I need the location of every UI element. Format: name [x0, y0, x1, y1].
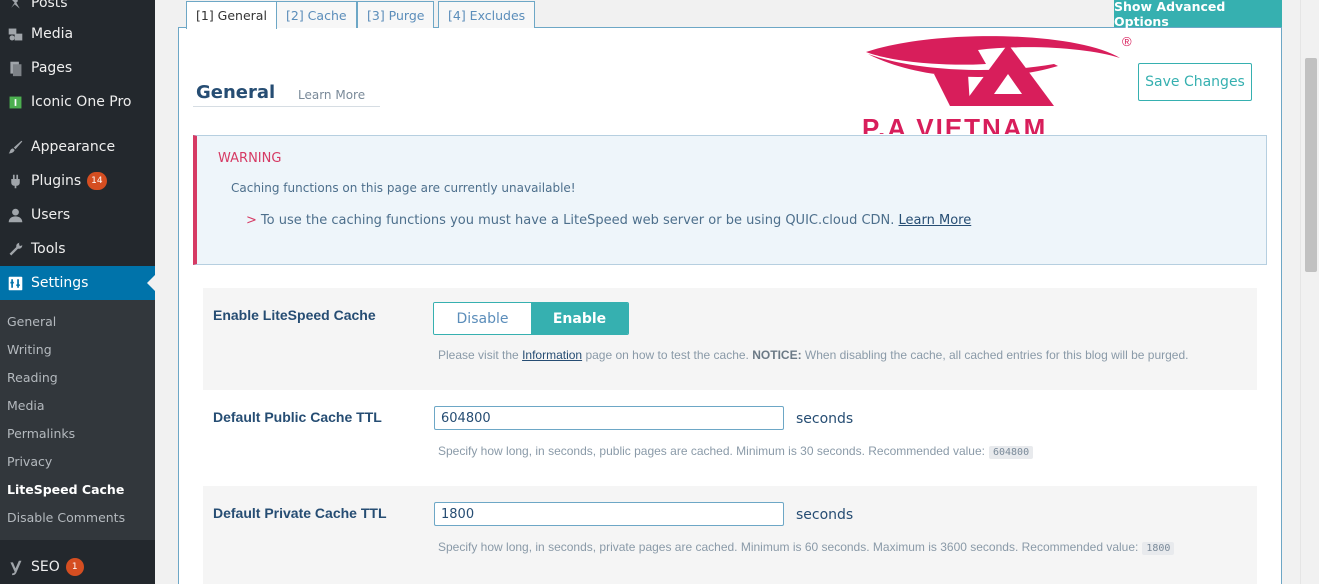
sidebar-item-label: Settings [31, 275, 89, 291]
sidebar-item-label: Iconic One Pro [31, 94, 132, 110]
save-changes-button[interactable]: Save Changes [1138, 63, 1252, 101]
plugin-icon [5, 171, 25, 191]
submenu-item-general[interactable]: General [7, 314, 56, 329]
warning-title: WARNING [218, 151, 282, 166]
sidebar-item-label: Media [31, 26, 74, 42]
public-ttl-unit: seconds [796, 411, 854, 427]
sidebar-item-label: SEO [31, 559, 60, 575]
pages-icon [5, 58, 25, 78]
sidebar-item-label: Posts [31, 0, 68, 11]
brush-icon [5, 137, 25, 157]
setting-label-enable: Enable LiteSpeed Cache [213, 307, 376, 323]
notice-label: NOTICE: [752, 348, 802, 362]
sidebar-item-label: Users [31, 207, 71, 223]
title-divider [193, 106, 380, 107]
page-scrollbar-thumb[interactable] [1305, 58, 1317, 272]
submenu-item-permalinks[interactable]: Permalinks [7, 426, 75, 441]
sidebar-item-plugins[interactable]: Plugins 14 [0, 164, 155, 198]
sidebar-item-tools[interactable]: Tools [0, 232, 155, 266]
sidebar-item-settings[interactable]: Settings [0, 266, 155, 300]
tab-purge[interactable]: [3] Purge [357, 1, 435, 28]
media-icon [5, 24, 25, 44]
tab-excludes[interactable]: [4] Excludes [438, 1, 536, 28]
yoast-icon [5, 557, 25, 577]
seo-notification-badge: 1 [65, 558, 84, 576]
warning-detail: > To use the caching functions you must h… [246, 213, 971, 228]
logo-text: P.A VIETNAM [862, 113, 1048, 134]
setting-desc-private-ttl: Specify how long, in seconds, private pa… [438, 540, 1175, 555]
submenu-item-reading[interactable]: Reading [7, 370, 58, 385]
setting-desc-enable: Please visit the Information page on how… [438, 348, 1188, 362]
plugins-update-badge: 14 [87, 172, 107, 190]
sidebar-item-label: Tools [31, 241, 66, 257]
private-ttl-unit: seconds [796, 507, 854, 523]
submenu-item-writing[interactable]: Writing [7, 342, 52, 357]
registered-mark: ® [1122, 34, 1132, 49]
warning-notice [193, 135, 1267, 265]
desc-text: Please visit the [438, 348, 519, 362]
warning-arrow: > [246, 213, 257, 228]
public-ttl-input[interactable] [434, 406, 784, 430]
desc-text: page on how to test the cache. [585, 348, 749, 362]
user-icon [5, 205, 25, 225]
warning-learn-more-link[interactable]: Learn More [899, 213, 972, 228]
warning-detail-text: To use the caching functions you must ha… [260, 213, 895, 228]
toggle-enable-option[interactable]: Enable [531, 303, 628, 334]
submenu-item-disable-comments[interactable]: Disable Comments [7, 510, 125, 525]
sidebar-item-pages[interactable]: Pages [0, 51, 155, 85]
setting-label-private-ttl: Default Private Cache TTL [213, 505, 387, 521]
recommended-value: 604800 [988, 446, 1034, 459]
warning-message: Caching functions on this page are curre… [231, 181, 576, 195]
admin-sidebar: Posts Media Pages Iconic One Pro Appeara… [0, 0, 155, 584]
information-link[interactable]: Information [522, 348, 582, 362]
enable-cache-toggle: Disable Enable [433, 302, 629, 335]
toggle-disable-option[interactable]: Disable [434, 303, 531, 334]
recommended-value: 1800 [1142, 542, 1175, 555]
page-title: General [196, 82, 276, 103]
tab-general[interactable]: [1] General [186, 1, 277, 29]
sidebar-item-media[interactable]: Media [0, 17, 155, 51]
pin-icon [5, 0, 25, 13]
settings-submenu: General Writing Reading Media Permalinks… [0, 300, 155, 540]
sidebar-item-label: Pages [31, 60, 73, 76]
setting-row-private-content [421, 486, 1257, 584]
desc-text: Specify how long, in seconds, private pa… [438, 540, 1139, 554]
show-advanced-options-button[interactable]: Show Advanced Options [1114, 0, 1282, 29]
sidebar-item-label: Appearance [31, 139, 116, 155]
sidebar-item-users[interactable]: Users [0, 198, 155, 232]
submenu-item-litespeed-cache[interactable]: LiteSpeed Cache [7, 482, 124, 497]
sidebar-item-seo[interactable]: SEO 1 [0, 550, 155, 584]
sidebar-item-label: Plugins [31, 173, 82, 189]
setting-desc-public-ttl: Specify how long, in seconds, public pag… [438, 444, 1034, 459]
wrench-icon [5, 239, 25, 259]
desc-text: Specify how long, in seconds, public pag… [438, 444, 985, 458]
settings-icon [5, 273, 25, 293]
sidebar-item-iconic-one-pro[interactable]: Iconic One Pro [0, 85, 155, 119]
learn-more-link[interactable]: Learn More [298, 88, 365, 102]
private-ttl-input[interactable] [434, 502, 784, 526]
submenu-item-privacy[interactable]: Privacy [7, 454, 52, 469]
setting-label-public-ttl: Default Public Cache TTL [213, 409, 382, 425]
desc-text: When disabling the cache, all cached ent… [804, 348, 1189, 362]
theme-icon [5, 92, 25, 112]
sidebar-item-appearance[interactable]: Appearance [0, 130, 155, 164]
tab-cache[interactable]: [2] Cache [276, 1, 357, 28]
submenu-item-media[interactable]: Media [7, 398, 45, 413]
